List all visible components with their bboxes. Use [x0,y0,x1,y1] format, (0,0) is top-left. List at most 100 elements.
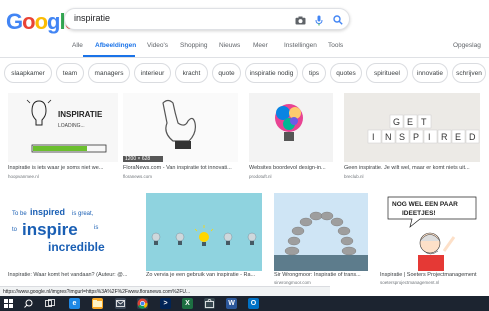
svg-text:D: D [469,132,476,142]
active-tab-indicator [83,55,135,57]
tab-saved[interactable]: Opgeslag [453,42,481,49]
powershell-icon[interactable]: > [160,298,171,309]
svg-text:inspire: inspire [22,220,78,239]
status-bar-url: https://www.google.nl/imgres?imgurl=http… [0,286,330,296]
result-caption[interactable]: FloraNews.com - Van inspiratie tot innov… [123,165,238,171]
result-source: sirwrongmoor.com [274,280,311,285]
logo-letter: o [22,9,35,34]
windows-taskbar: e > X W O [0,296,489,311]
search-tabs: Alle Afbeeldingen Video's Shopping Nieuw… [0,37,489,58]
image-result[interactable]: G E T I N S P I R E D Geen inspiratie. J… [344,93,480,188]
chip[interactable]: tips [302,63,326,83]
browser-page: { "logo": { "letters": ["G","o","o","g",… [0,0,489,311]
result-caption[interactable]: Inspiratie: Waar komt het vandaan? (Aute… [8,272,141,278]
svg-text:incredible: incredible [48,240,105,254]
svg-text:To be: To be [12,211,27,217]
image-result[interactable]: NOG WEL EEN PAAR IDEETJES! Inspiratie | … [380,193,480,286]
related-chips: slaapkamer team managers interieur krach… [0,63,489,85]
logo-letter: G [6,9,23,34]
search-icon[interactable] [331,13,345,27]
chip[interactable]: quotes [330,63,362,83]
result-caption[interactable]: Inspiratie | Soeters Projectmanagement [380,272,480,278]
svg-text:to: to [12,227,18,233]
svg-text:E: E [407,117,413,127]
result-thumbnail[interactable]: INSPIRATIE LOADING... [8,93,118,162]
svg-text:T: T [421,117,427,127]
tab-tools[interactable]: Tools [328,42,343,49]
result-source: soetersprojectmanagement.nl [380,280,440,285]
svg-text:LOADING...: LOADING... [58,123,85,129]
result-thumbnail[interactable] [249,93,333,162]
store-icon[interactable] [204,298,215,309]
image-result[interactable]: INSPIRATIE LOADING... Inspiratie is iets… [8,93,118,188]
svg-text:G: G [393,117,400,127]
chip[interactable]: kracht [175,63,208,83]
chip[interactable]: team [56,63,84,83]
word-icon[interactable]: W [226,298,237,309]
tab-more[interactable]: Meer [253,42,268,49]
mail-icon[interactable] [115,298,126,309]
tab-shopping[interactable]: Shopping [180,42,207,49]
result-thumbnail[interactable]: 1200 × 628 [123,93,238,162]
image-result[interactable]: To be inspired is great, to inspire is i… [8,193,141,286]
explorer-icon[interactable] [92,298,103,309]
chip[interactable]: interieur [134,63,171,83]
result-caption[interactable]: Inspiratie is iets waar je soms niet we.… [8,165,118,171]
camera-icon[interactable] [293,13,307,27]
svg-text:P: P [413,132,419,142]
result-thumbnail[interactable] [146,193,262,271]
chip[interactable]: spiritueel [366,63,408,83]
svg-text:is great,: is great, [72,211,94,217]
image-result[interactable]: 1200 × 628 FloraNews.com - Van inspirati… [123,93,238,188]
result-thumbnail[interactable]: NOG WEL EEN PAAR IDEETJES! [380,193,480,271]
chip[interactable]: schrijven [452,63,486,83]
logo-letter: o [34,9,48,34]
tab-videos[interactable]: Video's [147,42,168,49]
svg-text:NOG WEL EEN PAAR: NOG WEL EEN PAAR [392,201,458,208]
result-source: prodotuft.nl [249,174,272,179]
excel-icon[interactable]: X [182,298,193,309]
chip[interactable]: inspiratie nodig [245,63,298,83]
tab-settings[interactable]: Instellingen [284,42,317,49]
result-source: breclub.nl [344,174,364,179]
svg-text:N: N [385,132,392,142]
result-caption[interactable]: Geen inspiratie. Je wilt wel, maar er ko… [344,165,480,171]
logo-letter: g [47,9,60,34]
svg-text:is: is [94,225,98,231]
microphone-icon[interactable] [312,13,326,27]
edge-icon[interactable]: e [69,298,80,309]
chip[interactable]: quote [212,63,241,83]
tab-news[interactable]: Nieuws [219,42,240,49]
result-caption[interactable]: Sir Wrongmoor: Inspiratie of trans... [274,272,368,278]
tab-images[interactable]: Afbeeldingen [95,42,136,49]
image-result[interactable]: Sir Wrongmoor: Inspiratie of trans... si… [274,193,368,286]
image-result[interactable]: Zo vervia je een gebruik van inspiratie … [146,193,262,286]
result-thumbnail[interactable]: G E T I N S P I R E D [344,93,480,162]
svg-text:I: I [428,132,431,142]
search-box[interactable]: inspiratie [64,8,350,30]
svg-text:IDEETJES!: IDEETJES! [402,210,436,217]
tab-all[interactable]: Alle [72,42,83,49]
result-thumbnail[interactable]: To be inspired is great, to inspire is i… [8,193,141,271]
svg-text:I: I [372,132,375,142]
image-dimensions: 1200 × 628 [125,156,151,162]
chrome-icon[interactable] [137,298,148,309]
chip[interactable]: managers [88,63,130,83]
svg-text:R: R [441,132,448,142]
chip[interactable]: slaapkamer [4,63,52,83]
svg-text:S: S [399,132,405,142]
result-thumbnail[interactable] [274,193,368,271]
result-source: floranews.com [123,174,153,179]
result-caption[interactable]: Zo vervia je een gebruik van inspiratie … [146,272,262,278]
search-icon[interactable] [23,298,34,309]
chip[interactable]: innovatie [412,63,448,83]
search-input[interactable]: inspiratie [74,13,110,23]
task-view-icon[interactable] [44,298,55,309]
svg-text:inspired: inspired [30,207,65,217]
start-icon[interactable] [3,298,14,309]
result-caption[interactable]: Websites boordevol design-in... [249,165,333,171]
outlook-icon[interactable]: O [248,298,259,309]
svg-text:INSPIRATIE: INSPIRATIE [58,110,103,119]
result-source: hoopvanmee.nl [8,174,39,179]
image-result[interactable]: Websites boordevol design-in... prodotuf… [249,93,333,188]
